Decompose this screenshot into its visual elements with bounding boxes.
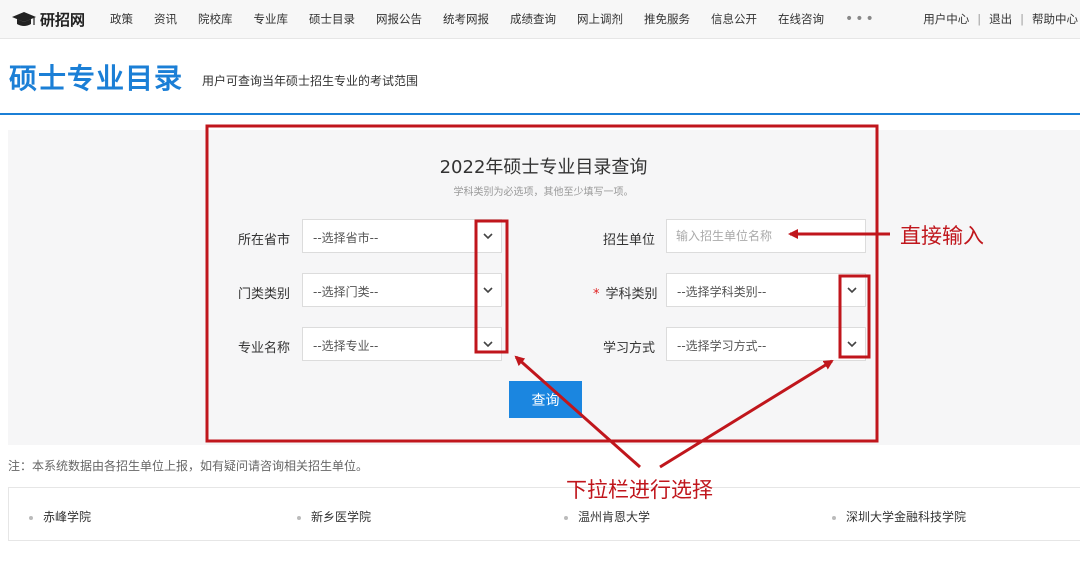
help-center-link[interactable]: 帮助中心 [1032, 12, 1078, 26]
chevron-down-icon [483, 233, 493, 240]
nav-item-online-adjustment[interactable]: 网上调剂 [577, 11, 623, 27]
major-select-value: --选择专业-- [313, 339, 379, 353]
school-name: 新乡医学院 [311, 510, 372, 524]
nav-item-news[interactable]: 资讯 [154, 11, 177, 27]
category-label: 门类类别 [238, 287, 291, 302]
province-select[interactable]: --选择省市-- [302, 219, 502, 253]
top-navigation-bar: 研招网 政策 资讯 院校库 专业库 硕士目录 网报公告 统考网报 成绩查询 网上… [0, 0, 1080, 39]
page-title: 硕士专业目录 [9, 62, 184, 95]
major-select[interactable]: --选择专业-- [302, 327, 502, 361]
logo-text: 研招网 [40, 11, 86, 29]
school-link[interactable]: 新乡医学院 [297, 508, 371, 525]
title-divider [0, 113, 1080, 115]
subject-label: * 学科类别 [593, 283, 658, 302]
school-name: 深圳大学金融科技学院 [846, 510, 967, 524]
school-input[interactable] [666, 219, 866, 253]
chevron-down-icon [483, 341, 493, 348]
nav-item-majors[interactable]: 专业库 [254, 11, 289, 27]
nav-item-recommendation[interactable]: 推免服务 [644, 11, 690, 27]
nav-item-score-query[interactable]: 成绩查询 [510, 11, 556, 27]
bullet-dot [297, 515, 301, 520]
annotation-dropdown-select: 下拉栏进行选择 [566, 478, 713, 502]
category-select-value: --选择门类-- [313, 285, 379, 299]
chevron-down-icon [847, 341, 857, 348]
separator: | [1020, 12, 1024, 26]
required-mark: * [593, 287, 600, 302]
graduation-cap-icon [12, 11, 36, 26]
nav-item-registration-notice[interactable]: 网报公告 [376, 11, 422, 27]
bullet-dot [29, 515, 33, 520]
nav-item-schools[interactable]: 院校库 [198, 11, 233, 27]
province-select-value: --选择省市-- [313, 231, 379, 245]
main-nav: 政策 资讯 院校库 专业库 硕士目录 网报公告 统考网报 成绩查询 网上调剂 推… [110, 0, 876, 38]
category-select[interactable]: --选择门类-- [302, 273, 502, 307]
user-links: 用户中心 | 退出 | 帮助中心 [923, 11, 1078, 27]
school-link[interactable]: 深圳大学金融科技学院 [832, 508, 966, 525]
study-mode-label: 学习方式 [603, 341, 656, 356]
more-menu-icon[interactable]: ••• [845, 11, 876, 27]
school-name: 温州肯恩大学 [578, 510, 651, 524]
subject-select[interactable]: --选择学科类别-- [666, 273, 866, 307]
form-title: 2022年硕士专业目录查询 [439, 157, 648, 178]
school-link[interactable]: 赤峰学院 [29, 508, 91, 525]
province-label: 所在省市 [238, 233, 291, 248]
nav-item-policy[interactable]: 政策 [110, 11, 133, 27]
bullet-dot [564, 515, 568, 520]
page-subtitle: 用户可查询当年硕士招生专业的考试范围 [202, 74, 419, 88]
study-mode-select[interactable]: --选择学习方式-- [666, 327, 866, 361]
featured-schools-list: 赤峰学院 新乡医学院 温州肯恩大学 深圳大学金融科技学院 [8, 487, 1080, 541]
subject-select-value: --选择学科类别-- [677, 285, 767, 299]
school-label: 招生单位 [603, 233, 656, 248]
user-center-link[interactable]: 用户中心 [923, 12, 969, 26]
site-logo[interactable]: 研招网 [12, 9, 85, 30]
school-name: 赤峰学院 [43, 510, 92, 524]
nav-item-online-consult[interactable]: 在线咨询 [778, 11, 824, 27]
annotation-direct-input: 直接输入 [900, 224, 984, 248]
query-button[interactable]: 查询 [509, 381, 582, 418]
school-link[interactable]: 温州肯恩大学 [564, 508, 650, 525]
chevron-down-icon [483, 287, 493, 294]
page-header: 硕士专业目录 用户可查询当年硕士招生专业的考试范围 [0, 39, 1080, 113]
chevron-down-icon [847, 287, 857, 294]
subject-label-text: 学科类别 [605, 287, 658, 302]
nav-item-exam-registration[interactable]: 统考网报 [443, 11, 489, 27]
logout-link[interactable]: 退出 [989, 12, 1012, 26]
disclaimer-note: 注：本系统数据由各招生单位上报，如有疑问请咨询相关招生单位。 [8, 459, 369, 473]
form-hint: 学科类别为必选项，其他至少填写一项。 [453, 187, 634, 198]
nav-item-master-catalog[interactable]: 硕士目录 [309, 11, 355, 27]
separator: | [977, 12, 982, 26]
nav-item-info-disclosure[interactable]: 信息公开 [711, 11, 757, 27]
bullet-dot [832, 515, 836, 520]
study-mode-select-value: --选择学习方式-- [677, 339, 767, 353]
major-label: 专业名称 [238, 341, 291, 356]
